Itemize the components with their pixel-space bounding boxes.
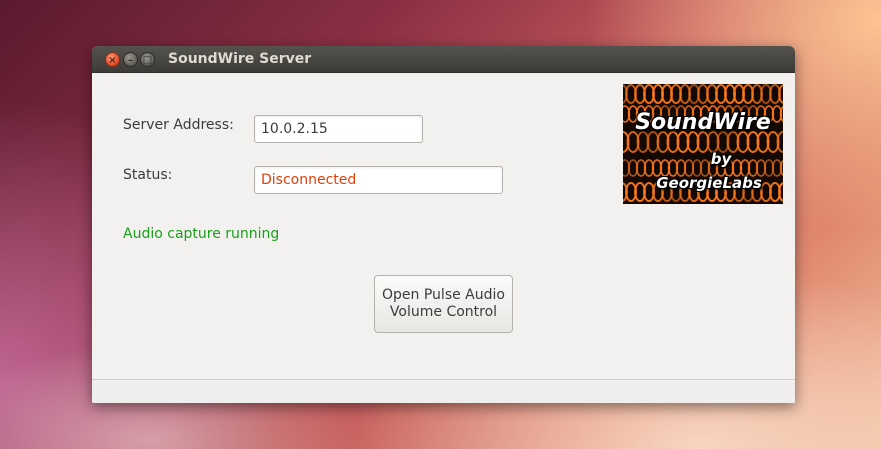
audio-capture-status: Audio capture running <box>123 226 280 242</box>
logo-by: by <box>710 150 732 168</box>
server-address-label: Server Address: <box>123 117 234 133</box>
logo-title: SoundWire <box>635 110 771 135</box>
maximize-window-button[interactable]: □ <box>140 52 155 67</box>
window-statusbar <box>92 379 795 403</box>
soundwire-logo: SoundWire by GeorgieLabs <box>623 84 783 204</box>
minimize-window-button[interactable]: – <box>123 52 138 67</box>
coil-loop <box>778 84 783 104</box>
open-pulse-audio-volume-control-button[interactable]: Open Pulse Audio Volume Control <box>374 275 513 333</box>
status-label: Status: <box>123 167 173 183</box>
window-title: SoundWire Server <box>168 51 312 67</box>
close-window-button[interactable]: × <box>105 52 120 67</box>
pulse-button-label-line2: Volume Control <box>389 304 498 320</box>
coil-loop <box>776 131 783 153</box>
status-field[interactable]: Disconnected <box>254 166 503 194</box>
soundwire-window: × – □ SoundWire Server Server Address: 1… <box>92 46 795 403</box>
pulse-button-label-line1: Open Pulse Audio <box>382 287 505 303</box>
window-titlebar[interactable]: × – □ SoundWire Server <box>92 46 795 73</box>
server-address-field[interactable]: 10.0.2.15 <box>254 115 423 143</box>
logo-company: GeorgieLabs <box>656 174 762 192</box>
